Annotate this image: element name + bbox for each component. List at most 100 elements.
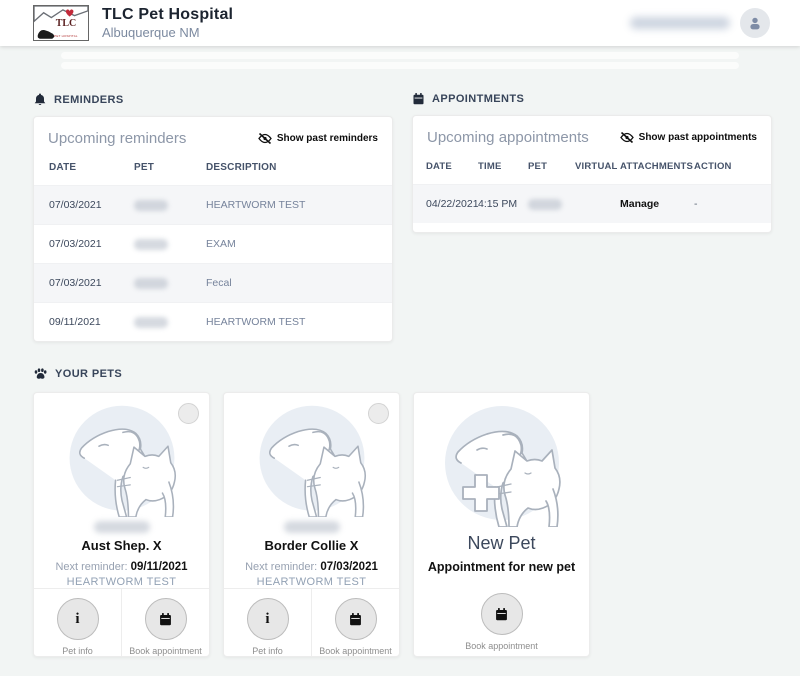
next-reminder-date: 07/03/2021 xyxy=(320,561,378,573)
col-attachments: ATTACHMENTS xyxy=(620,161,694,172)
pet-illustration xyxy=(251,403,373,517)
reminders-card-title: Upcoming reminders xyxy=(48,130,186,147)
appointment-time: 4:15 PM xyxy=(478,198,528,210)
next-reminder-label: Next reminder: xyxy=(55,561,127,573)
book-appointment-label: Book appointment xyxy=(129,646,202,656)
appointment-action: - xyxy=(694,198,771,210)
book-appointment-action: Book appointment xyxy=(312,589,399,656)
pet-select-circle[interactable] xyxy=(368,403,389,424)
pet-card-actions: i Pet info Book a xyxy=(34,588,209,656)
appointments-card-title: Upcoming appointments xyxy=(427,129,589,146)
reminders-section-header: REMINDERS xyxy=(34,93,393,106)
reminder-date: 07/03/2021 xyxy=(49,238,134,250)
decor-strip xyxy=(61,52,739,59)
reminder-date: 07/03/2021 xyxy=(49,199,134,211)
pet-next-reminder: Next reminder: 07/03/2021 xyxy=(245,561,378,573)
reminder-row: 07/03/2021 HEARTWORM TEST xyxy=(34,185,392,224)
reminder-description: HEARTWORM TEST xyxy=(206,316,392,328)
appointments-section-header: APPOINTMENTS xyxy=(413,93,772,105)
pet-next-reminder: Next reminder: 09/11/2021 xyxy=(55,561,187,573)
calendar-icon xyxy=(159,613,172,626)
pet-reminder-type: HEARTWORM TEST xyxy=(257,576,367,588)
book-appointment-label: Book appointment xyxy=(319,646,392,656)
col-description: DESCRIPTION xyxy=(206,162,392,173)
reminder-description: EXAM xyxy=(206,238,392,250)
new-pet-subtitle: Appointment for new pet xyxy=(428,560,575,574)
reminder-description: HEARTWORM TEST xyxy=(206,199,392,211)
next-reminder-label: Next reminder: xyxy=(245,561,317,573)
appointment-pet-redacted xyxy=(528,199,562,210)
new-pet-title: New Pet xyxy=(467,533,535,554)
reminder-row: 07/03/2021 EXAM xyxy=(34,224,392,263)
pet-select-circle[interactable] xyxy=(178,403,199,424)
pet-info-action: i Pet info xyxy=(224,589,312,656)
page-subtitle: Albuquerque NM xyxy=(102,25,233,40)
top-bar: TLC PET HOSPITAL TLC Pet Hospital Albuqu… xyxy=(0,0,800,46)
eye-off-icon xyxy=(620,132,634,143)
calendar-icon xyxy=(349,613,362,626)
reminder-pet-redacted xyxy=(134,239,168,250)
your-pets-section-header: YOUR PETS xyxy=(34,368,767,380)
col-virtual: VIRTUAL xyxy=(575,161,620,172)
main-content: REMINDERS Upcoming reminders Show past r… xyxy=(0,46,800,657)
pet-reminder-type: HEARTWORM TEST xyxy=(67,576,177,588)
reminder-description: Fecal xyxy=(206,277,392,289)
col-date: DATE xyxy=(49,162,134,173)
calendar-icon xyxy=(495,608,508,621)
new-pet-actions: Book appointment xyxy=(414,584,589,656)
pet-card-actions: i Pet info Book a xyxy=(224,588,399,656)
pet-name-redacted xyxy=(94,521,150,533)
book-appointment-button[interactable] xyxy=(145,598,187,640)
appointments-section-label: APPOINTMENTS xyxy=(432,93,524,105)
pet-info-action: i Pet info xyxy=(34,589,122,656)
pet-card: Border Collie X Next reminder: 07/03/202… xyxy=(223,392,400,657)
new-pet-illustration xyxy=(441,403,563,527)
book-appointment-button[interactable] xyxy=(335,598,377,640)
paw-icon xyxy=(34,368,47,380)
user-avatar[interactable] xyxy=(740,8,770,38)
pet-info-button[interactable]: i xyxy=(57,598,99,640)
pet-card: Aust Shep. X Next reminder: 09/11/2021 H… xyxy=(33,392,210,657)
book-appointment-button[interactable] xyxy=(481,593,523,635)
reminder-pet-redacted xyxy=(134,200,168,211)
col-pet: PET xyxy=(134,162,206,173)
book-appointment-action: Book appointment xyxy=(122,589,209,656)
appointments-table-header: DATE TIME PET VIRTUAL ATTACHMENTS ACTION xyxy=(413,157,771,184)
eye-off-icon xyxy=(258,133,272,144)
reminder-pet-redacted xyxy=(134,317,168,328)
appointment-row: 04/22/2021 4:15 PM Manage - xyxy=(413,184,771,223)
logo-text: TLC xyxy=(56,19,77,29)
show-past-reminders-button[interactable]: Show past reminders xyxy=(258,133,378,144)
calendar-icon xyxy=(413,93,424,105)
pet-info-label: Pet info xyxy=(62,646,93,656)
brand-block: TLC Pet Hospital Albuquerque NM xyxy=(102,6,233,40)
info-icon: i xyxy=(265,611,269,628)
username-redacted[interactable] xyxy=(630,17,730,29)
pet-info-button[interactable]: i xyxy=(247,598,289,640)
book-appointment-label: Book appointment xyxy=(465,641,538,651)
clinic-logo[interactable]: TLC PET HOSPITAL xyxy=(33,5,89,41)
bell-icon xyxy=(34,93,46,106)
reminder-date: 09/11/2021 xyxy=(49,316,134,328)
reminders-section: REMINDERS Upcoming reminders Show past r… xyxy=(33,93,393,342)
manage-attachments-link[interactable]: Manage xyxy=(620,198,694,210)
pet-name-redacted xyxy=(284,521,340,533)
reminder-row: 09/11/2021 HEARTWORM TEST xyxy=(34,302,392,341)
show-past-appointments-label: Show past appointments xyxy=(639,132,757,143)
pet-info-label: Pet info xyxy=(252,646,283,656)
info-icon: i xyxy=(75,611,79,628)
your-pets-section: YOUR PETS Aust Shep. X Next reminder: 09… xyxy=(33,368,767,657)
reminder-row: 07/03/2021 Fecal xyxy=(34,263,392,302)
pet-illustration xyxy=(61,403,183,517)
book-appointment-action: Book appointment xyxy=(414,584,589,656)
reminders-card: Upcoming reminders Show past reminders D… xyxy=(33,116,393,342)
person-icon xyxy=(747,15,763,31)
show-past-appointments-button[interactable]: Show past appointments xyxy=(620,132,757,143)
reminder-date: 07/03/2021 xyxy=(49,277,134,289)
account-area xyxy=(630,8,770,38)
reminder-pet-redacted xyxy=(134,278,168,289)
appointment-date: 04/22/2021 xyxy=(426,198,478,210)
pet-breed: Border Collie X xyxy=(265,538,359,553)
logo-subtext: PET HOSPITAL xyxy=(54,34,78,38)
appointments-card: Upcoming appointments Show past appointm… xyxy=(412,115,772,233)
